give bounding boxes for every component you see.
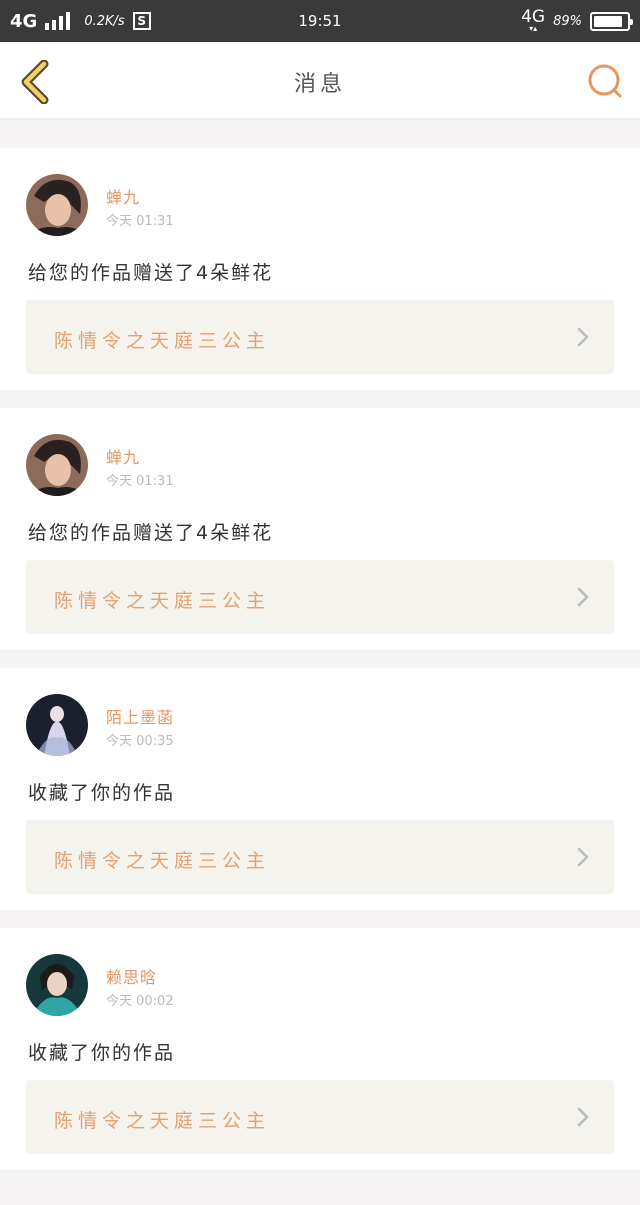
work-link[interactable]: 陈情令之天庭三公主: [26, 560, 614, 634]
sender-name[interactable]: 赖思晗: [106, 964, 157, 988]
status-bar: 4G 0.2K/s S 19:51 4G ▾▴ 89%: [0, 0, 640, 42]
message-time: 今天 00:35: [106, 734, 174, 749]
work-link[interactable]: 陈情令之天庭三公主: [26, 300, 614, 374]
work-link[interactable]: 陈情令之天庭三公主: [26, 1080, 614, 1154]
work-title: 陈情令之天庭三公主: [54, 1110, 271, 1132]
sender-name[interactable]: 蝉九: [106, 184, 140, 208]
work-link[interactable]: 陈情令之天庭三公主: [26, 820, 614, 894]
message-text: 给您的作品赠送了4朵鲜花: [28, 522, 274, 544]
avatar[interactable]: [26, 694, 88, 756]
battery-icon: [590, 11, 633, 31]
search-icon: [588, 64, 622, 98]
work-title: 陈情令之天庭三公主: [54, 590, 271, 612]
message-list: 蝉九 今天 01:31 给您的作品赠送了4朵鲜花 陈情令之天庭三公主 蝉九 今天…: [0, 148, 640, 1188]
chevron-right-icon: [577, 1107, 589, 1127]
message-card: 蝉九 今天 01:31 给您的作品赠送了4朵鲜花 陈情令之天庭三公主: [0, 408, 640, 650]
message-text: 收藏了你的作品: [28, 782, 176, 804]
battery-percent: 89%: [553, 13, 582, 29]
avatar[interactable]: [26, 174, 88, 236]
message-card: 赖思晗 今天 00:02 收藏了你的作品 陈情令之天庭三公主: [0, 928, 640, 1170]
avatar[interactable]: [26, 434, 88, 496]
avatar[interactable]: [26, 954, 88, 1016]
sender-name[interactable]: 陌上墨菡: [106, 704, 174, 728]
nav-bar: 消息: [0, 42, 640, 120]
message-text: 收藏了你的作品: [28, 1042, 176, 1064]
work-title: 陈情令之天庭三公主: [54, 330, 271, 352]
message-time: 今天 01:31: [106, 214, 174, 229]
sender-name[interactable]: 蝉九: [106, 444, 140, 468]
search-button[interactable]: [586, 62, 624, 100]
message-text: 给您的作品赠送了4朵鲜花: [28, 262, 274, 284]
chevron-right-icon: [577, 327, 589, 347]
work-title: 陈情令之天庭三公主: [54, 850, 271, 872]
message-time: 今天 01:31: [106, 474, 174, 489]
chevron-right-icon: [577, 587, 589, 607]
chevron-right-icon: [577, 847, 589, 867]
message-time: 今天 00:02: [106, 994, 174, 1009]
message-card: 陌上墨菡 今天 00:35 收藏了你的作品 陈情令之天庭三公主: [0, 668, 640, 910]
page-title: 消息: [293, 72, 346, 97]
message-card: 蝉九 今天 01:31 给您的作品赠送了4朵鲜花 陈情令之天庭三公主: [0, 148, 640, 390]
network-type-right: 4G ▾▴: [521, 7, 546, 33]
